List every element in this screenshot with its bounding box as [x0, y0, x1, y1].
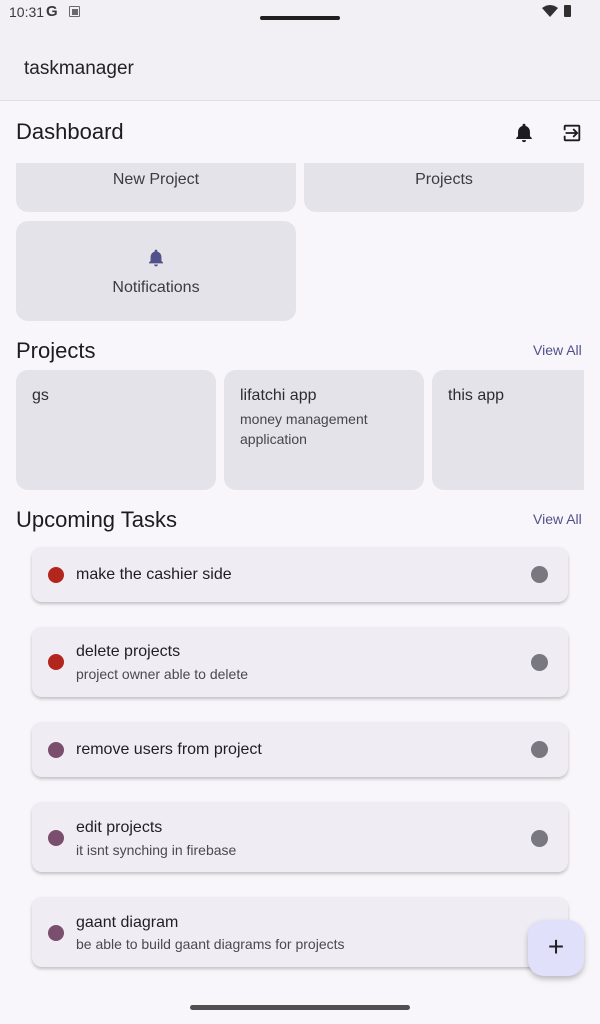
task-item[interactable]: make the cashier side — [32, 547, 568, 602]
projects-label: Projects — [415, 171, 473, 188]
projects-button[interactable]: Projects — [304, 163, 584, 212]
project-name: this app — [448, 387, 505, 404]
projects-carousel[interactable]: gs lifatchi app money management applica… — [0, 370, 584, 490]
project-card[interactable]: this app — [432, 370, 584, 490]
plus-icon: + — [547, 931, 565, 962]
task-title: delete projects — [76, 643, 181, 660]
task-item[interactable]: delete projects project owner able to de… — [32, 627, 568, 697]
google-icon: G — [46, 3, 58, 20]
add-task-button[interactable]: + — [528, 920, 584, 976]
project-card[interactable]: gs — [16, 370, 216, 490]
task-status-toggle[interactable] — [531, 741, 548, 758]
priority-dot — [48, 654, 64, 670]
camera-cutout — [260, 16, 340, 20]
priority-dot — [48, 830, 64, 846]
bell-icon[interactable] — [513, 122, 535, 144]
task-status-toggle[interactable] — [531, 566, 548, 583]
new-project-label: New Project — [112, 171, 200, 188]
app-bar: taskmanager — [0, 26, 600, 101]
status-time: 10:31 — [9, 4, 45, 20]
task-title: remove users from project — [76, 741, 262, 758]
tasks-section-title: Upcoming Tasks — [16, 507, 177, 532]
task-status-toggle[interactable] — [531, 654, 548, 671]
projects-view-all-link[interactable]: View All — [533, 342, 582, 358]
screenshot-icon — [69, 6, 80, 17]
home-indicator[interactable] — [190, 1005, 410, 1010]
new-project-button[interactable]: New Project — [16, 163, 296, 212]
notifications-label: Notifications — [112, 279, 200, 296]
priority-dot — [48, 925, 64, 941]
status-bar: 10:31 G — [0, 0, 600, 26]
battery-icon — [564, 5, 571, 17]
project-name: gs — [32, 387, 49, 404]
task-description: be able to build gaant diagrams for proj… — [76, 936, 345, 952]
project-card[interactable]: lifatchi app money management applicatio… — [224, 370, 424, 490]
task-status-toggle[interactable] — [531, 830, 548, 847]
priority-dot — [48, 567, 64, 583]
app-title: taskmanager — [24, 58, 134, 79]
page-title: Dashboard — [16, 119, 124, 144]
task-item[interactable]: edit projects it isnt synching in fireba… — [32, 802, 568, 872]
bell-icon — [148, 249, 164, 267]
projects-section-title: Projects — [16, 338, 96, 363]
project-name: lifatchi app — [240, 387, 317, 404]
dashboard-header: Dashboard — [0, 101, 600, 163]
priority-dot — [48, 742, 64, 758]
task-item[interactable]: gaant diagram be able to build gaant dia… — [32, 897, 568, 967]
task-description: project owner able to delete — [76, 666, 248, 682]
wifi-icon — [542, 5, 558, 17]
task-description: it isnt synching in firebase — [76, 842, 237, 858]
task-title: gaant diagram — [76, 914, 179, 931]
task-title: edit projects — [76, 819, 163, 836]
task-title: make the cashier side — [76, 566, 232, 583]
tasks-view-all-link[interactable]: View All — [533, 511, 582, 527]
logout-icon[interactable] — [561, 122, 583, 144]
project-description: money management application — [240, 411, 368, 447]
task-item[interactable]: remove users from project — [32, 722, 568, 777]
notifications-button[interactable]: Notifications — [16, 221, 296, 321]
